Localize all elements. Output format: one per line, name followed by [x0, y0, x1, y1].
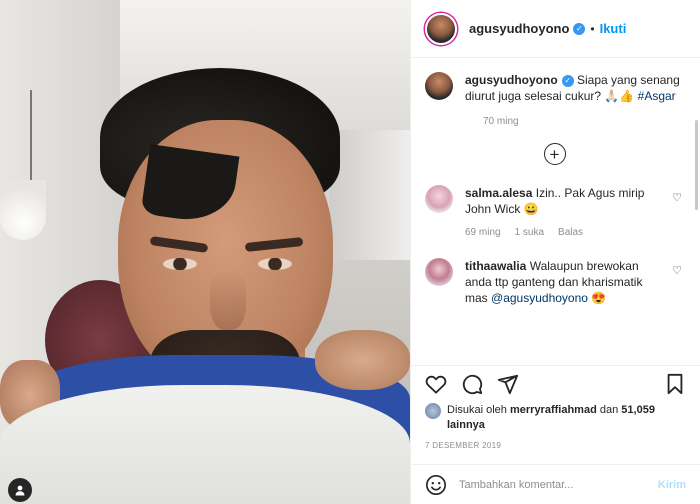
- likes-prefix: Disukai oleh: [447, 404, 507, 416]
- liker-avatar: [425, 403, 441, 419]
- add-comment-bar: Kirim: [411, 464, 700, 504]
- like-heart-icon[interactable]: [425, 373, 447, 395]
- caption-username[interactable]: agusyudhoyono: [465, 73, 558, 87]
- emoji-smiley-icon[interactable]: [425, 474, 447, 496]
- heart-icon[interactable]: ♡: [672, 264, 682, 277]
- comments-section[interactable]: agusyudhoyono ✓ Siapa yang senang diurut …: [411, 58, 700, 365]
- comment-meta: 69 ming 1 suka Balas: [465, 227, 684, 238]
- air-conditioner: [330, 130, 410, 260]
- caption-time: 70 ming: [483, 116, 519, 127]
- heart-icon[interactable]: ♡: [672, 191, 682, 204]
- avatar[interactable]: [425, 12, 457, 45]
- caption-hashtag[interactable]: #Asgar: [638, 89, 676, 103]
- post-side-panel: agusyudhoyono ✓ • Ikuti agusyudhoyono ✓ S…: [410, 0, 700, 504]
- comment-time: 69 ming: [465, 227, 501, 238]
- comment-mention[interactable]: @agusyudhoyono: [491, 291, 588, 305]
- comment-username[interactable]: salma.alesa: [465, 186, 532, 200]
- post-photo[interactable]: [0, 0, 410, 504]
- comment-bubble-icon[interactable]: [461, 373, 483, 395]
- comment-item: salma.alesa Izin.. Pak Agus mirip John W…: [425, 185, 684, 217]
- ceiling-lamp: [0, 180, 46, 240]
- tagged-user-icon[interactable]: [8, 478, 32, 502]
- reply-button[interactable]: Balas: [558, 227, 583, 238]
- towel: [0, 385, 410, 504]
- comment-avatar[interactable]: [425, 185, 453, 213]
- post-header: agusyudhoyono ✓ • Ikuti: [411, 0, 700, 58]
- action-bar: [411, 365, 700, 401]
- barber-hand-right: [315, 330, 410, 390]
- header-username[interactable]: agusyudhoyono: [469, 21, 569, 36]
- scrollbar[interactable]: [695, 120, 698, 210]
- comment-item: tithaawalia Walaupun brewokan anda ttp g…: [425, 258, 684, 306]
- comment-avatar[interactable]: [425, 258, 453, 286]
- caption-avatar[interactable]: [425, 72, 453, 100]
- bookmark-icon[interactable]: [664, 373, 686, 395]
- plus-circle-icon[interactable]: +: [543, 143, 566, 165]
- instagram-post: agusyudhoyono ✓ • Ikuti agusyudhoyono ✓ S…: [0, 0, 700, 504]
- comment-input[interactable]: [459, 478, 658, 491]
- likes-suffix: dan: [599, 404, 619, 416]
- share-paper-plane-icon[interactable]: [497, 373, 519, 395]
- liker-username[interactable]: merryraffiahmad: [510, 404, 597, 416]
- comment-likes[interactable]: 1 suka: [515, 227, 544, 238]
- verified-badge-icon: ✓: [573, 22, 586, 35]
- caption: agusyudhoyono ✓ Siapa yang senang diurut …: [425, 72, 684, 104]
- verified-badge-icon: ✓: [561, 74, 574, 87]
- likes-summary: Disukai oleh merryraffiahmad dan 51,059 …: [411, 401, 700, 433]
- follow-button[interactable]: Ikuti: [600, 21, 627, 36]
- comment-username[interactable]: tithaawalia: [465, 259, 526, 273]
- comment-emoji: 😍: [591, 291, 607, 305]
- post-date: 7 DESEMBER 2019: [425, 441, 502, 450]
- post-comment-button[interactable]: Kirim: [658, 479, 686, 491]
- header-separator: •: [590, 21, 595, 36]
